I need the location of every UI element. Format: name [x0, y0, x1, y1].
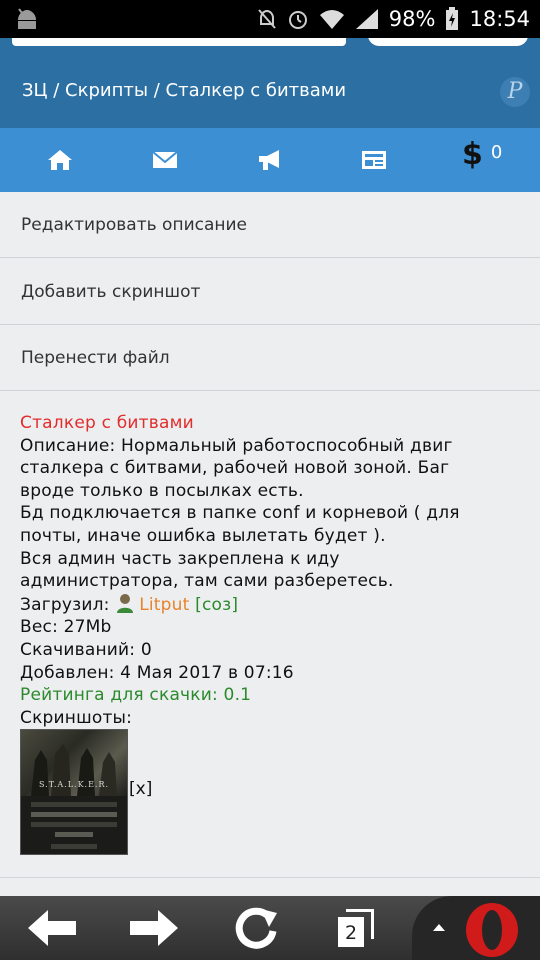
tabs-button[interactable]: 2	[338, 917, 364, 947]
address-bar-strip	[0, 38, 540, 58]
android-notification-icon	[18, 8, 36, 29]
reload-button[interactable]	[228, 896, 284, 960]
nav-announce-button[interactable]	[240, 128, 300, 192]
nav-bar	[0, 128, 540, 192]
uploader-row: Загрузил: Litput [соз]	[20, 593, 520, 617]
description-line: сталкера с битвами, рабочей новой зоной.…	[20, 458, 450, 479]
opera-menu-button[interactable]	[412, 896, 540, 960]
nav-news-button[interactable]	[344, 128, 404, 192]
uploader-label: Загрузил:	[20, 594, 110, 615]
file-size: Вес: 27Mb	[20, 617, 112, 638]
clock: 18:54	[469, 7, 530, 31]
back-arrow-icon	[28, 910, 76, 946]
news-icon	[362, 151, 386, 169]
megaphone-icon	[259, 150, 279, 170]
description-line: Бд подключается в папке conf и корневой …	[20, 503, 460, 524]
home-icon	[48, 150, 72, 170]
reload-icon	[235, 907, 277, 949]
file-details: Сталкер с битвами Описание: Нормальный р…	[20, 412, 520, 729]
alarm-icon	[288, 11, 307, 29]
add-screenshot-link[interactable]: Добавить скриншот	[0, 259, 540, 325]
nav-home-button[interactable]	[30, 128, 90, 192]
battery-percent: 98%	[388, 7, 436, 31]
coins-balance[interactable]: $ 0	[462, 140, 502, 170]
address-field[interactable]	[12, 38, 346, 46]
description-line: Описание: Нормальный работоспособный дви…	[20, 435, 453, 456]
breadcrumb[interactable]: ЗЦ / Скрипты / Сталкер с битвами	[22, 80, 346, 101]
mute-icon	[258, 9, 276, 29]
header-bar: ЗЦ / Скрипты / Сталкер с битвами P	[0, 58, 540, 128]
screenshot-thumbnail[interactable]: S.T.A.L.K.E.R.	[20, 729, 128, 855]
opera-logo-icon	[466, 903, 518, 957]
forward-arrow-icon	[130, 910, 178, 946]
forward-button[interactable]	[124, 896, 184, 960]
search-field[interactable]	[368, 38, 528, 46]
signal-icon	[355, 9, 378, 29]
screenshot-logo: S.T.A.L.K.E.R.	[38, 780, 110, 789]
uploader-tag: [соз]	[195, 594, 239, 615]
divider	[0, 877, 540, 878]
description-line: вроде только в посылках есть.	[20, 480, 304, 501]
description-line: администратора, там сами разберетесь.	[20, 571, 394, 592]
battery-charging-icon	[446, 7, 459, 30]
screenshots-label: Скриншоты:	[20, 707, 133, 728]
description-line: Вся админ часть закреплена к иду	[20, 548, 340, 569]
edit-description-link[interactable]: Редактировать описание	[0, 192, 540, 258]
user-icon	[117, 593, 134, 613]
uploader-name-link[interactable]: Litput	[139, 595, 189, 615]
mail-icon	[152, 151, 178, 168]
dollar-icon: $	[462, 137, 483, 172]
status-bar: 98% 18:54	[0, 0, 540, 38]
download-count: Скачиваний: 0	[20, 639, 152, 660]
coins-count: 0	[490, 142, 503, 163]
file-title: Сталкер с битвами	[20, 413, 194, 433]
remove-screenshot-link[interactable]: [x]	[129, 779, 152, 799]
download-rating: Рейтинга для скачки: 0.1	[20, 685, 252, 706]
back-button[interactable]	[22, 896, 82, 960]
wifi-icon	[319, 10, 344, 29]
description-line: почты, иначе ошибка вылетать будет ).	[20, 525, 386, 546]
move-file-link[interactable]: Перенести файл	[0, 325, 540, 391]
chevron-up-icon	[433, 924, 445, 931]
nav-mail-button[interactable]	[135, 128, 195, 192]
p-badge-icon[interactable]: P	[500, 77, 530, 107]
added-date: Добавлен: 4 Мая 2017 в 07:16	[20, 662, 294, 683]
